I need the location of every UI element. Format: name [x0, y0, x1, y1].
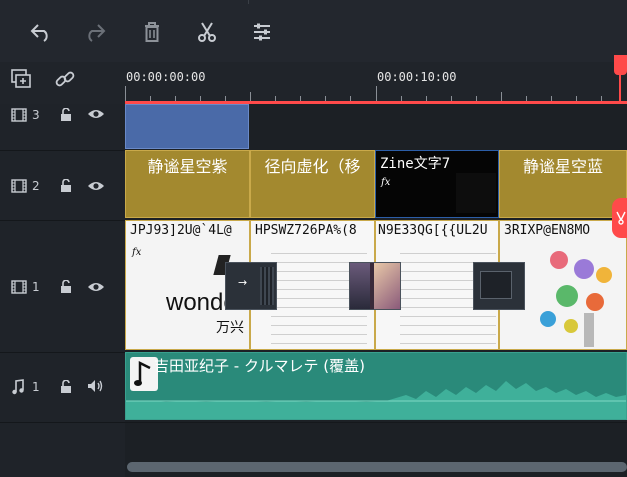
- clip-title: 静谧星空蓝: [522, 157, 603, 176]
- track-header-audio-1: 1: [0, 352, 125, 423]
- transition-thumbnail[interactable]: [473, 262, 525, 310]
- clip-pip2-3[interactable]: 静谧星空蓝: [499, 150, 627, 218]
- transition-preview-a: [350, 263, 370, 309]
- toolbar-top-divider: [248, 0, 249, 4]
- unlock-icon[interactable]: [59, 179, 73, 193]
- track-header-video-3: 3: [0, 104, 125, 151]
- eye-icon[interactable]: [87, 281, 105, 293]
- scissors-icon: [198, 22, 216, 42]
- clip-thumbnail-dark: [456, 173, 496, 213]
- delete-button[interactable]: [137, 18, 167, 46]
- arrow-right-icon: →: [238, 276, 248, 289]
- transition-preview-frame: [480, 271, 512, 299]
- film-icon: [11, 179, 27, 193]
- transition-preview-b: [374, 263, 400, 309]
- link-button[interactable]: [54, 68, 76, 94]
- track-video-1: JPJ93]2U@`4L@ fx wonde 万兴 HPSWZ726PA%(8 …: [125, 220, 627, 353]
- clip-audio1-0[interactable]: 吉田亚纪子 - クルマレテ (覆盖): [125, 352, 627, 420]
- track-number: 1: [32, 280, 40, 294]
- toolbar: [0, 0, 627, 63]
- mindmap-bubble: [550, 251, 568, 269]
- clip-pip3-blue[interactable]: [125, 104, 249, 149]
- clip-pip2-0[interactable]: 静谧星空紫: [125, 150, 250, 218]
- mindmap-bubble: [556, 285, 578, 307]
- link-icon: [55, 71, 75, 87]
- clip-title: Zine文字7: [380, 156, 451, 172]
- track-number: 1: [32, 380, 40, 394]
- clip-pip2-2[interactable]: Zine文字7 fx: [375, 150, 499, 218]
- add-track-icon: [11, 69, 31, 88]
- trash-icon: [145, 22, 159, 42]
- track-number: 2: [32, 179, 40, 193]
- track-audio-1: 吉田亚纪子 - クルマレテ (覆盖): [125, 352, 627, 423]
- sliders-icon: [254, 23, 270, 41]
- redo-button[interactable]: [80, 18, 110, 46]
- clip-title: 径向虚化（移: [264, 157, 361, 176]
- film-icon: [11, 108, 27, 122]
- clip-title: JPJ93]2U@`4L@: [130, 223, 232, 238]
- mindmap-trunk: [584, 313, 594, 347]
- mindmap-bubble: [574, 259, 594, 279]
- unlock-icon[interactable]: [59, 380, 73, 394]
- fx-icon: fx: [381, 177, 391, 188]
- ruler-time-start: 00:00:00:00: [126, 70, 206, 84]
- transition-thumbnail[interactable]: →: [225, 262, 277, 310]
- audio-waveform: [126, 371, 626, 419]
- clip-title: 静谧星空紫: [147, 157, 228, 176]
- track-number: 3: [32, 108, 40, 122]
- mindmap-bubble: [596, 267, 612, 283]
- mindmap-bubble: [564, 319, 578, 333]
- undo-icon: [30, 24, 48, 42]
- transition-thumbnail[interactable]: [349, 262, 401, 310]
- timeline-tracks: 静谧星空紫 径向虚化（移 Zine文字7 fx 静谧星空蓝 JPJ93]2U@`…: [125, 104, 627, 477]
- mindmap-bubble: [586, 293, 604, 311]
- unlock-icon[interactable]: [59, 108, 73, 122]
- add-track-button[interactable]: [10, 68, 36, 94]
- horizontal-scrollbar-thumb[interactable]: [127, 462, 627, 472]
- undo-button[interactable]: [26, 18, 56, 46]
- unlock-icon[interactable]: [59, 280, 73, 294]
- track-header-video-2: 2: [0, 150, 125, 221]
- track-header-video-1: 1: [0, 220, 125, 353]
- clip-title: N9E33QG[{{UL2U: [378, 223, 488, 238]
- speaker-icon[interactable]: [87, 379, 105, 393]
- split-marker[interactable]: [612, 198, 627, 238]
- track-headers: 3 2 1 1: [0, 104, 125, 477]
- track-video-2: 静谧星空紫 径向虚化（移 Zine文字7 fx 静谧星空蓝: [125, 150, 627, 221]
- ruler-time-mid: 00:00:10:00: [377, 70, 457, 84]
- mindmap-bubble: [540, 311, 556, 327]
- adjust-button[interactable]: [247, 18, 277, 46]
- cut-button[interactable]: [192, 18, 222, 46]
- eye-icon[interactable]: [87, 180, 105, 192]
- clip-pip2-1[interactable]: 径向虚化（移: [250, 150, 375, 218]
- clip-title: 3RIXP@EN8MO: [504, 223, 591, 238]
- eye-icon[interactable]: [87, 108, 105, 120]
- scissors-icon: [616, 211, 626, 225]
- track-empty: [125, 422, 627, 463]
- music-note-icon: [12, 379, 24, 395]
- film-icon: [11, 280, 27, 294]
- redo-icon: [88, 24, 106, 42]
- clip-title: HPSWZ726PA%(8: [255, 223, 357, 238]
- transition-stripes: [260, 267, 274, 305]
- fx-icon: fx: [132, 247, 142, 258]
- logo-text-cn: 万兴: [216, 320, 244, 336]
- track-video-3: [125, 104, 627, 151]
